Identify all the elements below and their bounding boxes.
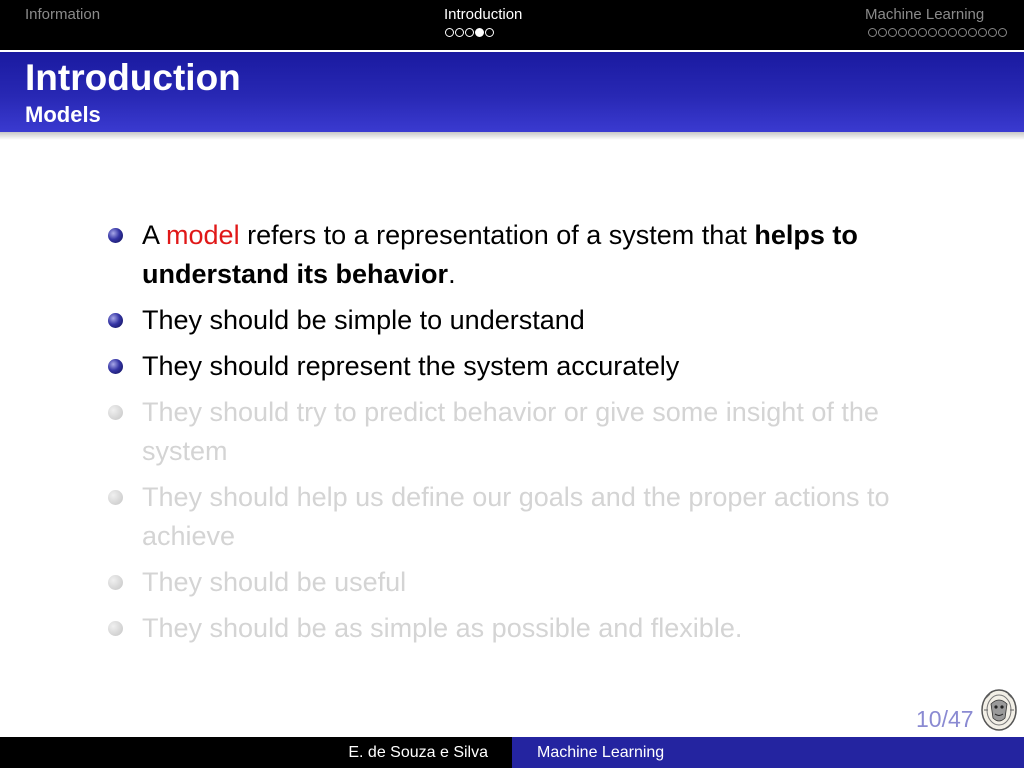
bullet-text: They should be simple to understand [142,305,585,335]
bullet-ball-icon [108,490,123,505]
nav-section-machine-learning[interactable]: Machine Learning [680,0,1024,50]
frame-dot-icon[interactable] [908,28,917,37]
frame-dot-icon[interactable] [465,28,474,37]
nav-section-label[interactable]: Introduction [444,6,522,23]
page-number: 10/47 [916,706,974,732]
bullet-ball-icon [108,359,123,374]
frame-title-bar: Introduction Models [0,52,1024,132]
frame-dot-icon[interactable] [928,28,937,37]
frame-dot-icon[interactable] [938,28,947,37]
frame-dot-icon[interactable] [868,28,877,37]
bullet-ball-icon [108,575,123,590]
frame-dot-icon[interactable] [445,28,454,37]
bullet-item: They should try to predict behavior or g… [108,393,948,471]
frame-dot-icon[interactable] [918,28,927,37]
bullet-ball-icon [108,405,123,420]
frame-title: Introduction [25,57,241,98]
bullet-text: . [448,259,456,289]
frame-dots [445,28,494,37]
frame-dot-icon[interactable] [475,28,484,37]
frame-dot-icon[interactable] [998,28,1007,37]
frame-dot-icon[interactable] [958,28,967,37]
bullet-text: A [142,220,167,250]
title-shadow [0,132,1024,140]
footer-bar: E. de Souza e Silva Machine Learning [0,737,1024,768]
frame-dots [868,28,1007,37]
nav-section-label[interactable]: Machine Learning [865,6,984,23]
frame-dot-icon[interactable] [878,28,887,37]
bullet-text: They should try to predict behavior or g… [142,397,879,466]
footer-author[interactable]: E. de Souza e Silva [0,737,512,768]
bullet-ball-icon [108,621,123,636]
frame-dot-icon[interactable] [968,28,977,37]
bullet-item: A model refers to a representation of a … [108,216,948,294]
bullet-ball-icon [108,228,123,243]
frame-dot-icon[interactable] [948,28,957,37]
bullet-item: They should help us define our goals and… [108,478,948,556]
university-logo-icon [981,689,1017,731]
bullet-item: They should represent the system accurat… [108,347,948,386]
bullet-text: They should represent the system accurat… [142,351,680,381]
bullet-text: refers to a representation of a system t… [239,220,755,250]
bullet-text: They should help us define our goals and… [142,482,890,551]
frame-dot-icon[interactable] [455,28,464,37]
bullet-item: They should be as simple as possible and… [108,609,948,648]
nav-section-introduction[interactable]: Introduction [340,0,680,50]
frame-dot-icon[interactable] [898,28,907,37]
nav-section-label[interactable]: Information [25,6,100,23]
frame-subtitle: Models [25,102,101,127]
frame-dot-icon[interactable] [988,28,997,37]
bullet-list: A model refers to a representation of a … [108,216,948,655]
bullet-text: model [166,220,240,250]
frame-dot-icon[interactable] [978,28,987,37]
bullet-text: They should be useful [142,567,407,597]
bullet-ball-icon [108,313,123,328]
bullet-item: They should be useful [108,563,948,602]
bullet-item: They should be simple to understand [108,301,948,340]
frame-dot-icon[interactable] [485,28,494,37]
top-navigation-bar: Information Introduction Machine Learnin… [0,0,1024,50]
frame-dot-icon[interactable] [888,28,897,37]
bullet-text: They should be as simple as possible and… [142,613,743,643]
footer-title[interactable]: Machine Learning [512,737,1024,768]
nav-section-information[interactable]: Information [0,0,340,50]
